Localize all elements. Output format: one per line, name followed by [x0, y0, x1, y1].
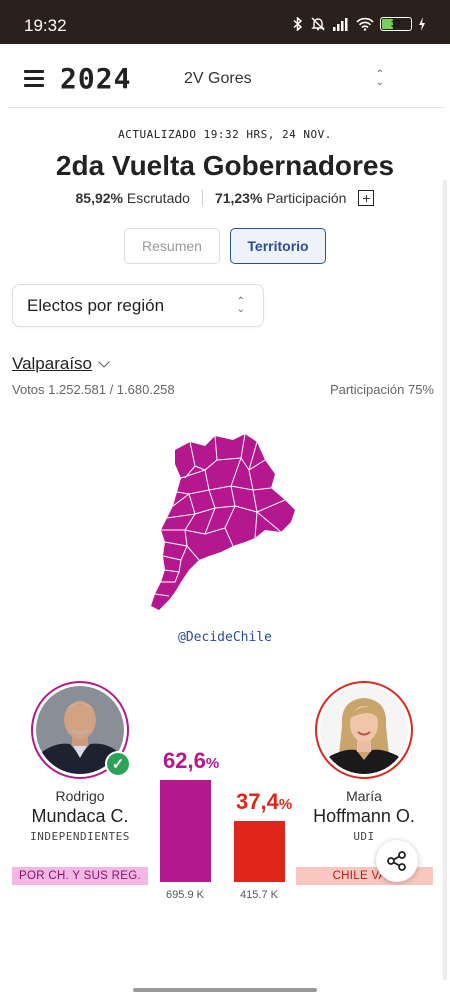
region-name: Valparaíso	[12, 354, 93, 373]
last-updated: ACTUALIZADO 19:32 HRS, 24 NOV.	[118, 128, 332, 141]
home-indicator[interactable]	[133, 988, 317, 992]
region-summary: Votos 1.252.581 / 1.680.258 Participació…	[12, 382, 434, 397]
candidate-avatar-hoffmann[interactable]	[315, 681, 413, 779]
candidate-last-name: Hoffmann O.	[313, 806, 415, 826]
participation-stat: 71,23% Participación	[214, 190, 347, 206]
signal-icon	[333, 18, 348, 31]
vote-share-bar	[160, 780, 211, 882]
vote-share-bar	[234, 821, 285, 882]
candidate-party: UDI	[353, 830, 375, 843]
charging-icon	[419, 17, 425, 31]
candidate-percentage: 37,4%	[236, 789, 293, 814]
select-arrows-icon: ⌃ ⌄	[375, 69, 384, 88]
share-button[interactable]	[376, 840, 418, 882]
election-year: 2024	[60, 62, 132, 95]
election-select-value: 2V Gores	[184, 70, 252, 87]
candidate-avatar-mundaca[interactable]: ✓	[31, 681, 131, 779]
tab-territorio[interactable]: Territorio	[230, 228, 326, 264]
expand-participation-button[interactable]: +	[358, 190, 375, 206]
wifi-icon	[356, 17, 374, 31]
share-icon	[387, 851, 406, 871]
status-bar: 19:32 37	[0, 0, 450, 44]
candidate-photo	[320, 686, 408, 774]
page-title: 2da Vuelta Gobernadores	[55, 150, 395, 181]
candidate-party: INDEPENDIENTES	[30, 830, 130, 843]
region-votes: Votos 1.252.581 / 1.680.258	[12, 382, 175, 397]
view-tabs: Resumen Territorio	[0, 228, 450, 264]
divider	[201, 190, 203, 206]
select-arrows-icon: ⌃ ⌄	[236, 295, 245, 315]
valparaiso-region-shape	[151, 434, 295, 610]
election-select[interactable]: 2V Gores ⌃ ⌄	[182, 62, 392, 96]
mute-bell-icon	[311, 17, 325, 31]
region-map[interactable]	[145, 430, 300, 620]
scrutinized-stat: 85,92% Escrutado	[75, 190, 190, 206]
region-dropdown[interactable]: Valparaíso	[12, 354, 110, 374]
battery-icon: 37	[380, 17, 412, 31]
tab-resumen[interactable]: Resumen	[124, 228, 220, 264]
chevron-down-icon	[98, 355, 110, 368]
status-icons: 37	[292, 17, 426, 31]
bluetooth-icon	[293, 17, 303, 31]
map-credit: @DecideChile	[178, 630, 272, 645]
menu-icon[interactable]	[24, 70, 44, 87]
region-participation: Participación 75%	[329, 382, 434, 397]
count-stats: 85,92% Escrutado 71,23% Participación +	[0, 190, 450, 206]
winner-check-icon: ✓	[105, 751, 131, 777]
view-mode-value: Electos por región	[27, 295, 165, 315]
candidate-coalition: POR CH. Y SUS REG.	[12, 867, 148, 885]
candidate-votes: 695.9 K	[166, 889, 204, 901]
candidate-percentage: 62,6%	[163, 748, 220, 773]
candidate-votes: 415.7 K	[240, 889, 278, 901]
view-mode-select[interactable]: Electos por región ⌃ ⌄	[12, 284, 264, 327]
candidate-first-name: Rodrigo	[55, 788, 105, 804]
candidate-first-name: María	[346, 788, 382, 804]
candidate-last-name: Mundaca C.	[31, 806, 129, 826]
status-time: 19:32	[24, 16, 67, 35]
scrollbar[interactable]	[443, 180, 447, 980]
app-header: 2024 2V Gores ⌃ ⌄	[8, 50, 444, 108]
